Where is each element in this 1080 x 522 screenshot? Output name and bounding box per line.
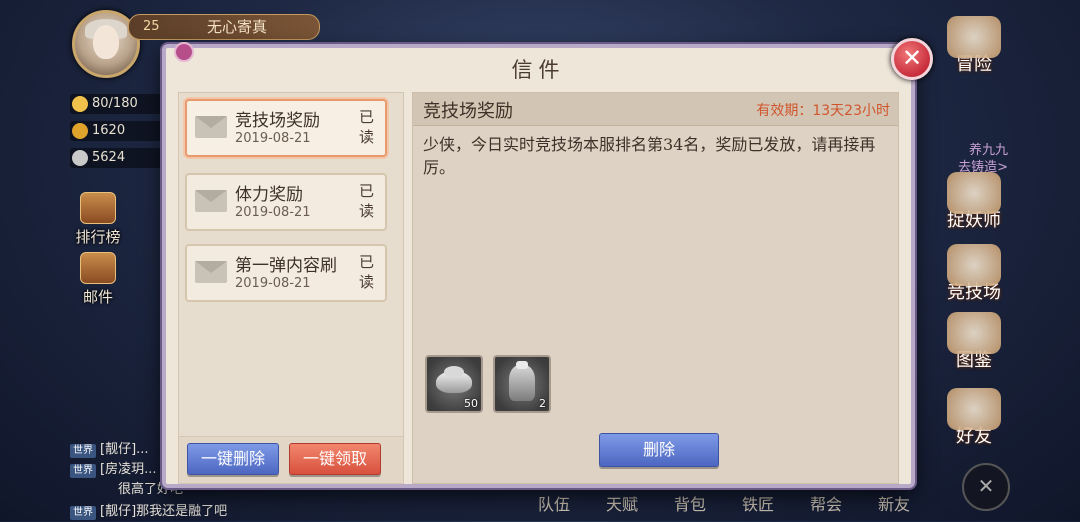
mail-label: 邮件 [82,288,113,306]
nav-guild[interactable]: 帮会 [792,491,860,515]
mail-list-panel: 竞技场奖励 2019-08-21 已读 体力奖励 2019-08-21 已读 第… [178,92,404,484]
coin-value: 5624 [92,150,126,165]
mail-expiry: 有效期：13天23小时 [756,103,890,119]
friends-button[interactable]: 好友 [938,388,1010,448]
nav-new-friend[interactable]: 新友 [860,491,928,515]
mail-detail-panel: 竞技场奖励 有效期：13天23小时 少侠，今日实时竞技场本服排名第34名，奖励已… [412,92,899,484]
stamina-bolt-icon [72,96,88,112]
mail-body: 少侠，今日实时竞技场本服排名第34名，奖励已发放，请再接再厉。 [423,135,876,177]
bronze-vessel-lid [516,361,528,369]
bronze-vessel-icon [509,365,535,401]
mail-date: 2019-08-21 [235,276,311,291]
mail-list-item[interactable]: 体力奖励 2019-08-21 已读 [185,173,387,231]
player-name: 无心寄真 [207,18,268,36]
claim-all-button[interactable]: 一键领取 [289,443,381,475]
mail-read-status: 已读 [359,253,375,291]
attachment-qty: 2 [539,397,546,410]
mail-detail-subject: 竞技场奖励 [423,101,513,122]
codex-icon [947,312,1001,354]
codex-button[interactable]: 图鉴 [938,312,1010,372]
mail-read-status: 已读 [359,182,375,220]
arena-icon [947,244,1001,286]
attachment-slot[interactable]: 50 [425,355,483,413]
mail-subject: 竞技场奖励 [235,111,320,131]
mail-detail-header: 竞技场奖励 有效期：13天23小时 [413,93,898,126]
gold-ingot-icon [72,123,88,139]
stamina-value: 80/180 [92,96,138,111]
envelope-icon [195,261,227,283]
forge-hint[interactable]: 养九九 去铸造> [958,142,1008,176]
chat-log-last: 世界 [靓仔]那我还是融了吧 [70,502,227,522]
nav-smith[interactable]: 铁匠 [724,491,792,515]
mail-date: 2019-08-21 [235,131,311,146]
chat-text: [房凌玥... [100,462,157,477]
bottom-nav: 队伍 天赋 背包 铁匠 帮会 新友 [520,491,928,515]
delete-all-button[interactable]: 一键删除 [187,443,279,475]
avatar-face [93,25,119,59]
delete-button[interactable]: 删除 [599,433,719,467]
ranking-icon [80,192,116,224]
resource-gold: 1620 [70,121,165,141]
chat-line: 世界 [靓仔]那我还是融了吧 [70,502,227,522]
nav-bag[interactable]: 背包 [656,491,724,515]
gold-value: 1620 [92,123,126,138]
adventure-icon [947,16,1001,58]
silver-ingot-top [444,366,464,378]
demon-hunter-button[interactable]: 捉妖师 [938,172,1010,232]
chat-text: [靓仔]... [100,442,149,457]
close-icon: ✕ [901,44,923,72]
adventure-button[interactable]: 冒险 [938,16,1010,76]
envelope-icon [195,116,227,138]
resource-coin: 5624 [70,148,165,168]
mail-dialog: 信件 ✕ 竞技场奖励 2019-08-21 已读 体力奖励 2019-08-21… [162,38,933,488]
mail-icon [80,252,116,284]
chat-channel-tag: 世界 [70,464,96,478]
nav-team[interactable]: 队伍 [520,491,588,515]
mail-button[interactable]: 邮件 [72,252,124,306]
envelope-icon [195,190,227,212]
bulk-action-bar: 一键删除 一键领取 [179,436,403,483]
dialog-title-bar: 信件 [166,48,911,90]
mail-read-status: 已读 [359,108,375,146]
chat-channel-tag: 世界 [70,506,96,520]
arena-button[interactable]: 竞技场 [938,244,1010,304]
mail-subject: 体力奖励 [235,185,303,205]
close-button[interactable]: ✕ [891,38,933,80]
ranking-button[interactable]: 排行榜 [72,192,124,246]
dialog-title: 信件 [511,58,566,82]
player-info-bar: 25 无心寄真 [128,14,320,40]
coin-icon [72,150,88,166]
attachment-qty: 50 [464,397,478,410]
attachment-slot[interactable]: 2 [493,355,551,413]
mail-list-item[interactable]: 第一弹内容刷 2019-08-21 已读 [185,244,387,302]
crossed-swords-icon: ✕ [977,474,995,498]
ranking-label: 排行榜 [75,228,121,246]
action-button[interactable]: ✕ [962,463,1010,511]
demon-hunter-icon [947,172,1001,214]
friends-icon [947,388,1001,430]
mail-subject: 第一弹内容刷 [235,256,337,276]
resource-stamina: 80/180 [70,94,165,114]
player-level: 25 [143,19,160,34]
mail-list-item[interactable]: 竞技场奖励 2019-08-21 已读 [185,99,387,157]
chat-text: [靓仔]那我还是融了吧 [100,504,228,519]
forge-hint-line1: 养九九 [968,143,1008,158]
nav-talent[interactable]: 天赋 [588,491,656,515]
mail-date: 2019-08-21 [235,205,311,220]
chat-channel-tag: 世界 [70,444,96,458]
